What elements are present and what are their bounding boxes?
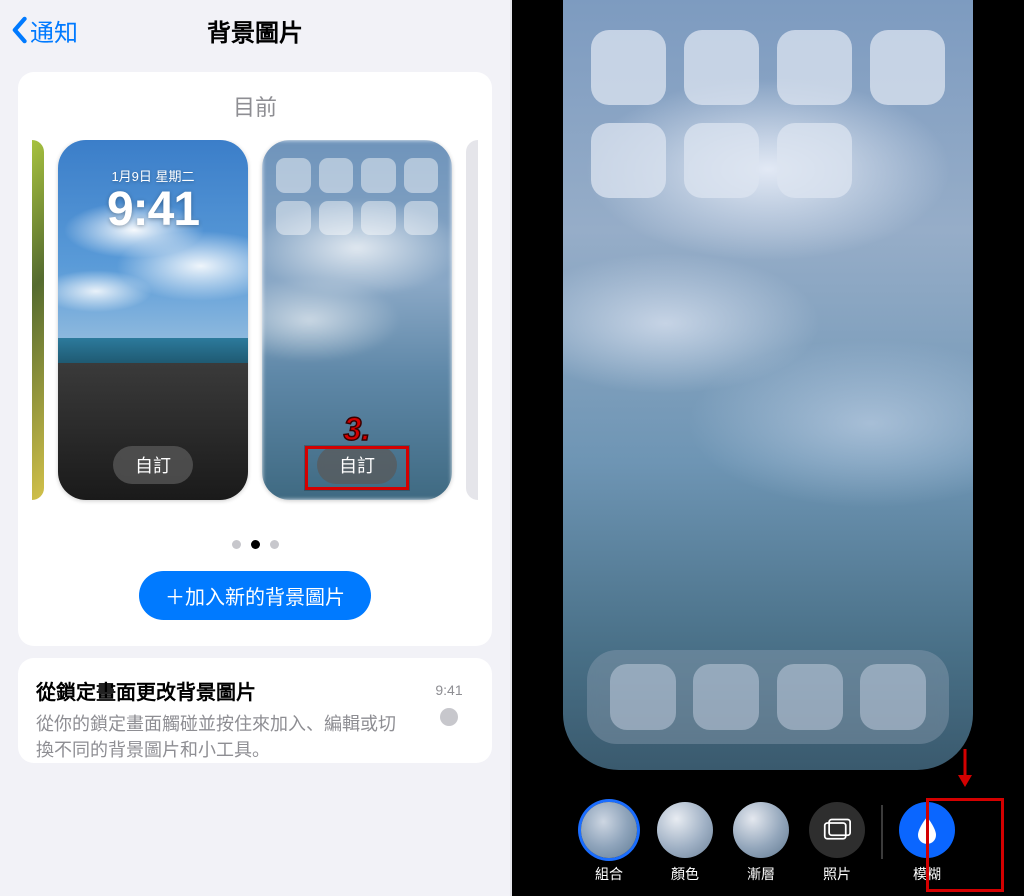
app-placeholder — [591, 30, 666, 105]
app-placeholder — [404, 158, 439, 193]
gradient-icon — [733, 802, 789, 858]
carousel-peek-next[interactable] — [466, 140, 478, 500]
photo-icon — [809, 802, 865, 858]
back-button[interactable]: 通知 — [10, 13, 78, 48]
lockscreen-preview[interactable]: 1月9日 星期二 9:41 自訂 — [58, 140, 248, 500]
app-placeholder — [404, 201, 439, 236]
nav-bar: 通知 背景圖片 — [0, 0, 510, 60]
toolbar-gradient[interactable]: 漸層 — [733, 802, 789, 884]
toolbar-sets-label: 組合 — [595, 864, 623, 884]
tip-mini-circle — [440, 708, 458, 726]
tip-body: 從你的鎖定畫面觸碰並按住來加入、編輯或切換不同的背景圖片和小工具。 — [36, 711, 410, 763]
app-placeholder — [591, 123, 666, 198]
editor-dock — [587, 650, 949, 744]
change-from-lockscreen-tip: 從鎖定畫面更改背景圖片 從你的鎖定畫面觸碰並按住來加入、編輯或切換不同的背景圖片… — [18, 658, 492, 763]
homescreen-app-grid — [262, 158, 452, 235]
dock-app-placeholder — [777, 664, 843, 730]
sets-icon — [581, 802, 637, 858]
toolbar-color[interactable]: 顏色 — [657, 802, 713, 884]
toolbar-photo[interactable]: 照片 — [809, 802, 865, 884]
add-new-wallpaper-button[interactable]: ＋加入新的背景圖片 — [139, 571, 371, 620]
app-placeholder — [684, 30, 759, 105]
dock-app-placeholder — [860, 664, 926, 730]
app-placeholder — [319, 158, 354, 193]
homescreen-preview[interactable]: 3. 自訂 — [262, 140, 452, 500]
current-label: 目前 — [18, 90, 492, 122]
toolbar-photo-label: 照片 — [823, 864, 851, 884]
back-label: 通知 — [30, 13, 78, 48]
app-placeholder — [777, 123, 852, 198]
tutorial-highlight-blur — [926, 798, 1004, 892]
tutorial-highlight — [305, 446, 409, 490]
toolbar-sets[interactable]: 組合 — [581, 802, 637, 884]
app-placeholder — [684, 123, 759, 198]
carousel-peek-prev[interactable] — [32, 140, 44, 500]
app-placeholder — [276, 201, 311, 236]
tutorial-arrow — [956, 747, 974, 792]
settings-wallpaper-pane: 通知 背景圖片 目前 1月9日 星期二 9:41 自訂 — [0, 0, 512, 896]
lockscreen-customize-button[interactable]: 自訂 — [113, 446, 193, 484]
wallpaper-editor-pane: 組合 顏色 漸層 照片 模糊 — [512, 0, 1024, 896]
editor-app-grid — [563, 30, 973, 198]
tip-title: 從鎖定畫面更改背景圖片 — [36, 676, 410, 705]
page-dot[interactable] — [232, 540, 241, 549]
wallpaper-carousel[interactable]: 1月9日 星期二 9:41 自訂 — [18, 140, 492, 530]
tutorial-step-marker: 3. — [344, 411, 371, 448]
current-wallpaper-card: 目前 1月9日 星期二 9:41 自訂 — [18, 72, 492, 646]
toolbar-color-label: 顏色 — [671, 864, 699, 884]
app-placeholder — [361, 158, 396, 193]
tip-mini-preview: 9:41 — [424, 676, 474, 726]
tip-mini-time: 9:41 — [424, 682, 474, 698]
color-icon — [657, 802, 713, 858]
lockscreen-time: 9:41 — [58, 182, 248, 237]
dock-app-placeholder — [693, 664, 759, 730]
editor-phone-preview[interactable] — [563, 0, 973, 770]
app-placeholder — [361, 201, 396, 236]
chevron-left-icon — [10, 16, 28, 44]
app-placeholder — [870, 30, 945, 105]
page-dot-active[interactable] — [251, 540, 260, 549]
app-placeholder — [319, 201, 354, 236]
carousel-page-dots — [18, 540, 492, 549]
toolbar-separator — [881, 805, 883, 859]
toolbar-gradient-label: 漸層 — [747, 864, 775, 884]
app-placeholder — [276, 158, 311, 193]
app-placeholder — [777, 30, 852, 105]
dock-app-placeholder — [610, 664, 676, 730]
page-dot[interactable] — [270, 540, 279, 549]
